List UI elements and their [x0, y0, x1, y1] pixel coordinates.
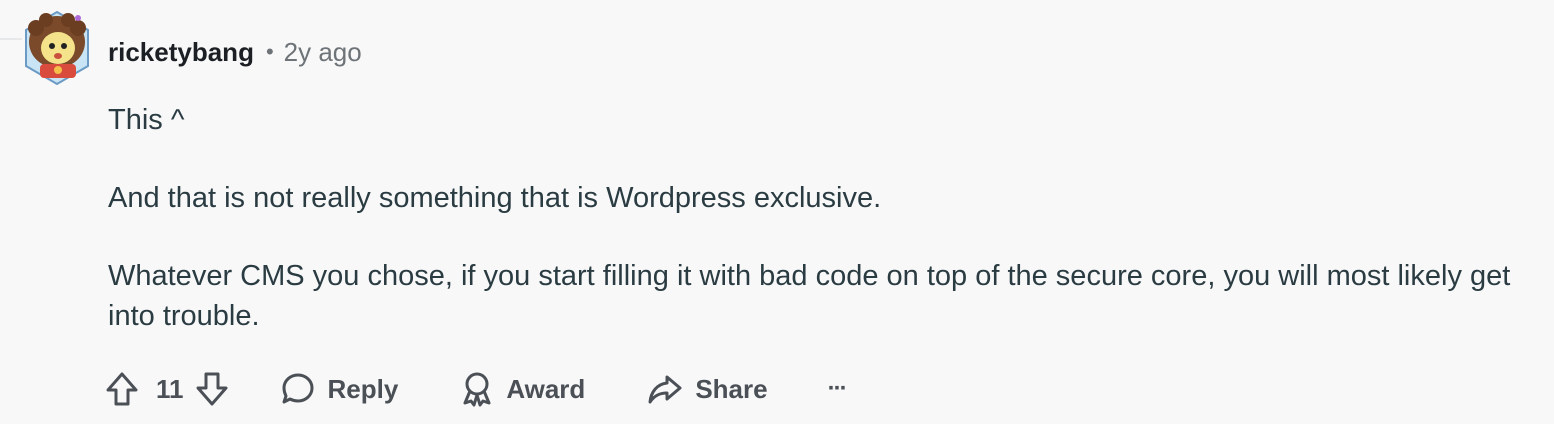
- more-options-button[interactable]: ···: [827, 375, 848, 403]
- author-name[interactable]: ricketybang: [108, 37, 254, 68]
- vote-group: 11: [104, 370, 230, 408]
- reply-button[interactable]: Reply: [280, 371, 399, 407]
- comment-body: This ^ And that is not really something …: [108, 100, 1538, 374]
- comment-actions: 11 Reply Award Share ···: [104, 364, 848, 414]
- award-ribbon-icon: [463, 372, 491, 407]
- avatar[interactable]: [22, 10, 92, 86]
- reply-label: Reply: [327, 373, 399, 404]
- meta-separator: •: [265, 39, 274, 64]
- arrow-down-icon: [196, 372, 227, 406]
- thread-line: [0, 38, 22, 40]
- comment-paragraph: This ^: [108, 104, 185, 136]
- comment-meta: ricketybang • 2y ago: [108, 36, 362, 68]
- comment-paragraph: Whatever CMS you chose, if you start fil…: [108, 260, 1511, 332]
- upvote-button[interactable]: [104, 370, 140, 408]
- user-avatar-icon: [25, 10, 89, 86]
- more-options-icon: ···: [827, 375, 848, 402]
- award-button[interactable]: Award: [460, 371, 585, 407]
- vote-score: 11: [156, 373, 184, 404]
- share-arrow-icon: [648, 375, 682, 404]
- share-label: Share: [695, 373, 768, 404]
- share-button[interactable]: Share: [647, 371, 768, 407]
- arrow-up-icon: [106, 372, 138, 406]
- comment-bubble-icon: [282, 373, 313, 404]
- comment-paragraph: And that is not really something that is…: [108, 182, 882, 214]
- award-label: Award: [506, 373, 586, 404]
- timestamp[interactable]: 2y ago: [284, 37, 362, 68]
- downvote-button[interactable]: [194, 370, 230, 408]
